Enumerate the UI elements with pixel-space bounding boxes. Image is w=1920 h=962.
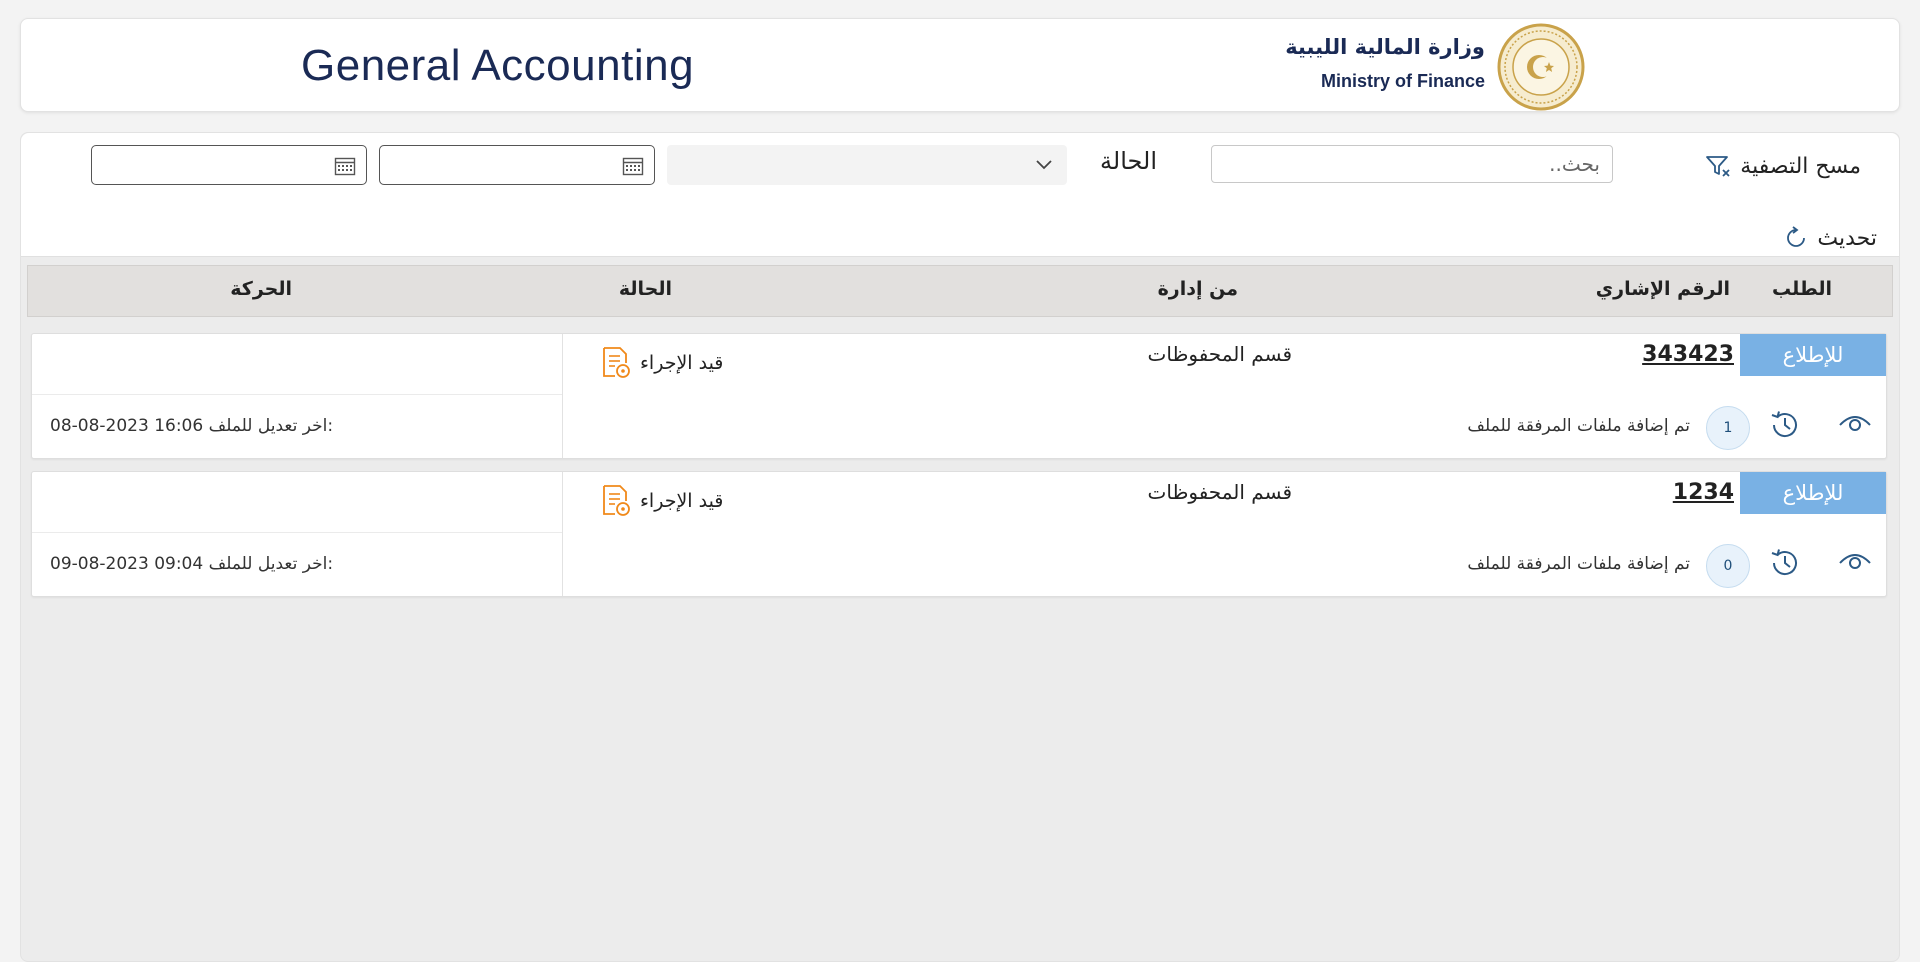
filter-clear-icon bbox=[1706, 156, 1730, 177]
filter-bar: مسح التصفية الحالة bbox=[21, 133, 1899, 257]
brand-name-arabic: وزارة المالية الليبية bbox=[1285, 35, 1485, 59]
refresh-icon bbox=[1787, 226, 1806, 247]
last-modified-label: اخر تعديل للملف: bbox=[208, 416, 334, 436]
col-header-request: الطلب bbox=[1771, 278, 1832, 300]
table-header: الطلب الرقم الإشاري من إدارة الحالة الحر… bbox=[27, 265, 1893, 317]
attachments-count-badge: 1 bbox=[1706, 406, 1750, 450]
col-header-from-dept: من إدارة bbox=[1157, 278, 1238, 300]
last-modified-date: 08-08-2023 16:06 bbox=[50, 416, 204, 436]
app-title: General Accounting bbox=[301, 41, 695, 90]
eye-icon[interactable] bbox=[1838, 410, 1872, 436]
col-header-status: الحالة bbox=[618, 278, 672, 300]
col-header-movement: الحركة bbox=[230, 278, 292, 300]
ministry-brand: وزارة المالية الليبية Ministry of Financ… bbox=[1285, 23, 1591, 111]
table-row: للإطلاع 343423 قسم المحفوظات قيد الإجراء bbox=[31, 333, 1887, 459]
brand-name-english: Ministry of Finance bbox=[1320, 71, 1485, 91]
ref-number-link[interactable]: 343423 bbox=[1642, 342, 1734, 367]
status-text: قيد الإجراء bbox=[640, 490, 724, 512]
ministry-seal-icon bbox=[1497, 23, 1585, 111]
row-divider bbox=[562, 472, 563, 596]
status-cell: قيد الإجراء bbox=[600, 346, 723, 380]
from-dept-text: قسم المحفوظات bbox=[1147, 342, 1292, 366]
table-row: للإطلاع 1234 قسم المحفوظات قيد الإجراء 0 bbox=[31, 471, 1887, 597]
status-filter-select[interactable] bbox=[667, 145, 1067, 185]
col-header-ref-number: الرقم الإشاري bbox=[1595, 278, 1730, 300]
refresh-label: تحديث bbox=[1817, 225, 1877, 251]
files-note-text: تم إضافة ملفات المرفقة للملف bbox=[1467, 416, 1690, 436]
refresh-button[interactable]: تحديث bbox=[1767, 223, 1877, 253]
eye-icon[interactable] bbox=[1838, 548, 1872, 574]
status-filter-label: الحالة bbox=[1100, 147, 1157, 175]
document-pending-icon bbox=[603, 347, 630, 378]
calendar-icon bbox=[334, 157, 356, 176]
status-cell: قيد الإجراء bbox=[600, 484, 723, 518]
row-divider bbox=[562, 334, 563, 458]
chevron-down-icon bbox=[1036, 160, 1052, 170]
last-modified-text: 09-08-2023 09:04 اخر تعديل للملف: bbox=[50, 554, 333, 574]
app-header: General Accounting وزارة المالية الليبية… bbox=[20, 18, 1900, 112]
clear-filter-button[interactable]: مسح التصفية bbox=[1671, 151, 1861, 181]
search-input[interactable] bbox=[1211, 145, 1613, 183]
status-text: قيد الإجراء bbox=[640, 352, 724, 374]
date-to-input[interactable] bbox=[379, 145, 655, 185]
last-modified-label: اخر تعديل للملف: bbox=[208, 554, 334, 574]
row-divider bbox=[32, 532, 562, 533]
row-divider bbox=[32, 394, 562, 395]
files-note-text: تم إضافة ملفات المرفقة للملف bbox=[1467, 554, 1690, 574]
from-dept-text: قسم المحفوظات bbox=[1147, 480, 1292, 504]
ref-number-link[interactable]: 1234 bbox=[1673, 480, 1734, 505]
calendar-icon bbox=[622, 157, 644, 176]
history-icon[interactable] bbox=[1768, 408, 1802, 442]
request-type-badge: للإطلاع bbox=[1740, 334, 1886, 376]
document-pending-icon bbox=[603, 485, 630, 516]
last-modified-text: 08-08-2023 16:06 اخر تعديل للملف: bbox=[50, 416, 333, 436]
last-modified-date: 09-08-2023 09:04 bbox=[50, 554, 204, 574]
date-from-input[interactable] bbox=[91, 145, 367, 185]
attachments-count-badge: 0 bbox=[1706, 544, 1750, 588]
history-icon[interactable] bbox=[1768, 546, 1802, 580]
request-type-badge: للإطلاع bbox=[1740, 472, 1886, 514]
main-panel: مسح التصفية الحالة bbox=[20, 132, 1900, 962]
clear-filter-label: مسح التصفية bbox=[1740, 153, 1861, 179]
